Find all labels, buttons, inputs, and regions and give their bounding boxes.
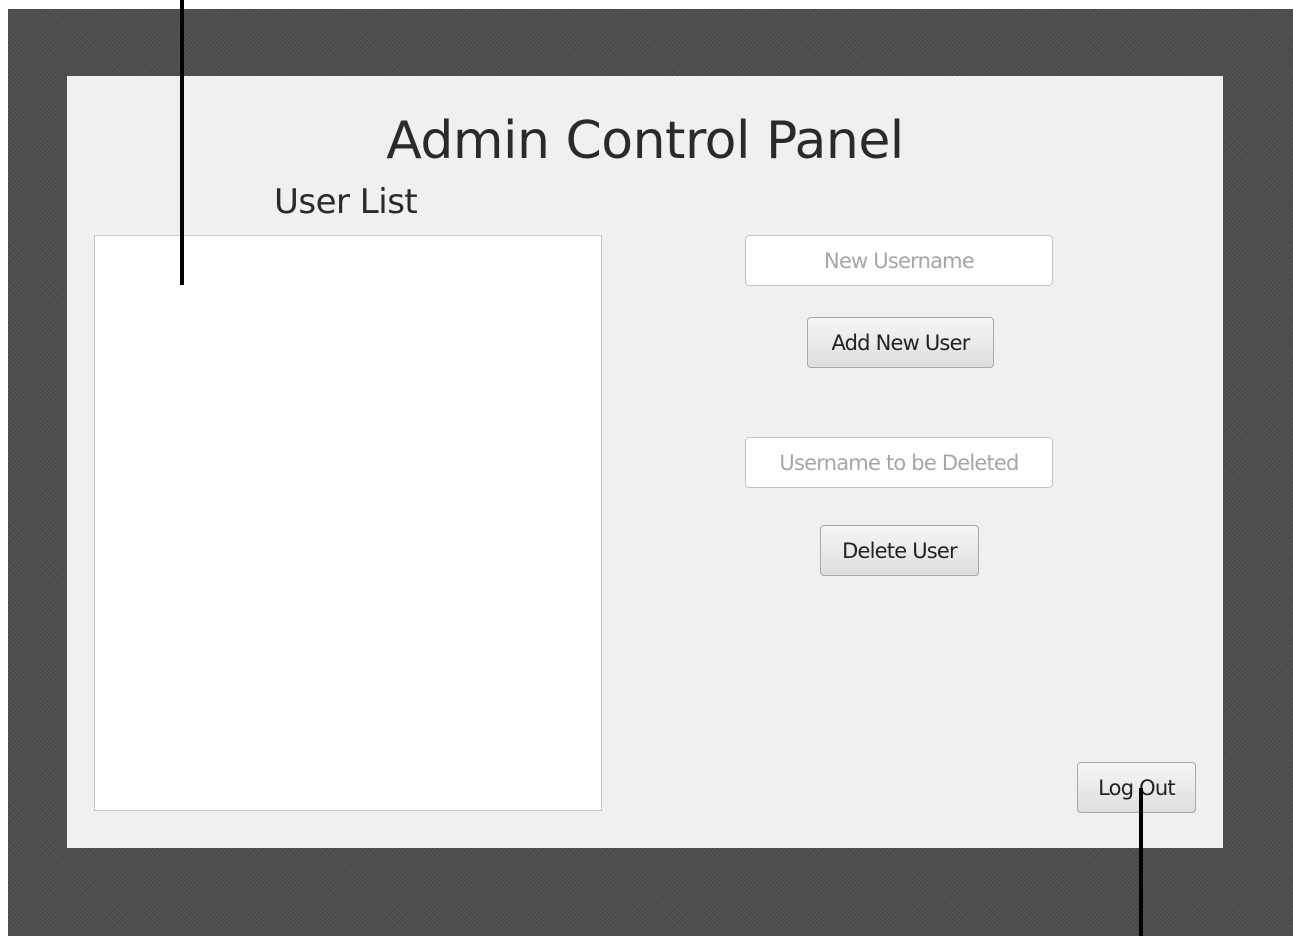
text-cursor-marker [180, 0, 184, 285]
user-list-label: User List [274, 182, 418, 222]
text-cursor-marker [1139, 788, 1143, 936]
new-username-input[interactable] [745, 235, 1053, 286]
delete-username-input[interactable] [745, 437, 1053, 488]
add-new-user-button[interactable]: Add New User [807, 317, 994, 368]
log-out-button[interactable]: Log Out [1077, 762, 1196, 813]
page-title: Admin Control Panel [386, 111, 904, 171]
delete-user-button[interactable]: Delete User [820, 525, 979, 576]
admin-window: Admin Control Panel User List Add New Us… [67, 76, 1223, 848]
user-list[interactable] [94, 235, 602, 811]
